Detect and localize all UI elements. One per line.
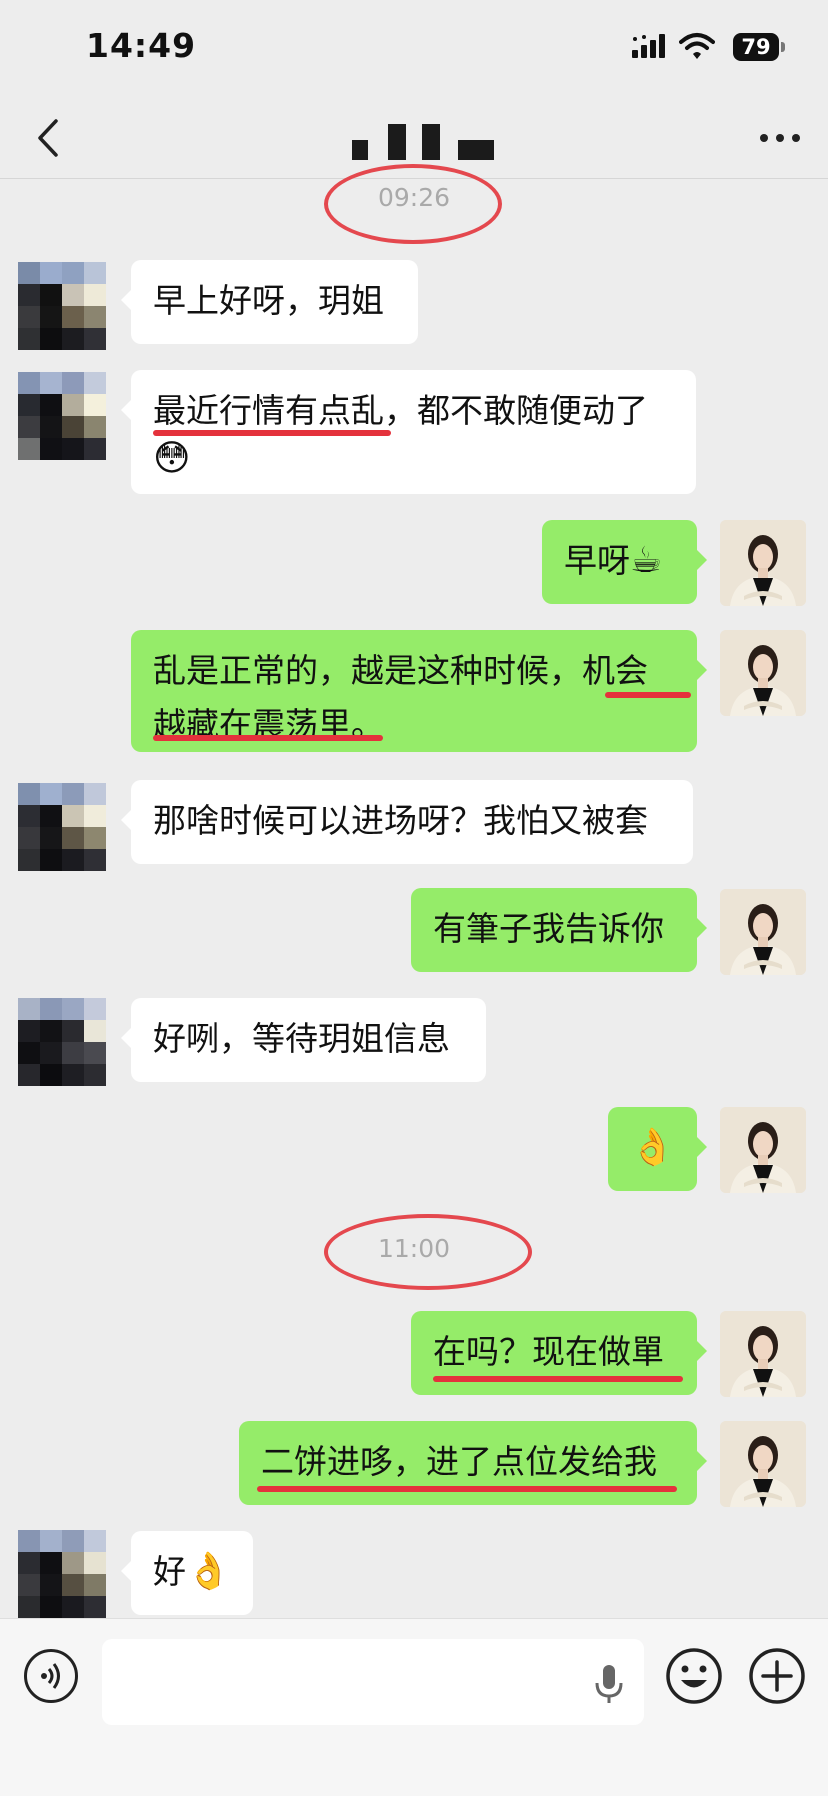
- avatar-self-portrait: [720, 1107, 806, 1193]
- message-bubble-incoming[interactable]: 早上好呀，玥姐: [121, 260, 418, 344]
- message-bubble-outgoing[interactable]: 在吗？现在做單: [411, 1311, 707, 1395]
- battery-indicator: 79: [733, 33, 779, 61]
- input-bar: [0, 1618, 828, 1796]
- avatar-self-portrait: [720, 889, 806, 975]
- avatar-contact[interactable]: [18, 783, 106, 871]
- avatar-self[interactable]: [720, 520, 806, 606]
- message-bubble-outgoing[interactable]: 有筆子我告诉你: [411, 888, 707, 972]
- annotation-underline: [433, 1376, 683, 1382]
- ellipsis-icon[interactable]: [758, 128, 802, 148]
- smiley-icon[interactable]: [665, 1647, 723, 1705]
- avatar-contact[interactable]: [18, 262, 106, 350]
- message-content: 早呀☕: [564, 534, 675, 588]
- avatar-self[interactable]: [720, 889, 806, 975]
- message-text: 有筆子我告诉你: [433, 909, 664, 948]
- message-bubble-incoming[interactable]: 最近行情有点乱，都不敢随便动了 😳: [121, 370, 696, 494]
- message-bubble-outgoing[interactable]: 二饼进哆，进了点位发给我: [239, 1421, 707, 1505]
- avatar-self-portrait: [720, 1311, 806, 1397]
- voice-icon[interactable]: [24, 1649, 78, 1703]
- avatar-contact[interactable]: [18, 1530, 106, 1618]
- chevron-left-icon[interactable]: [30, 115, 70, 161]
- clock: 14:49: [86, 26, 197, 65]
- message-text: 二饼进哆，进了点位发给我: [261, 1442, 657, 1481]
- coffee-emoji: ☕: [630, 540, 663, 581]
- avatar-contact[interactable]: [18, 998, 106, 1086]
- ok-hand-emoji: 👌: [186, 1551, 231, 1592]
- message-text: 早上好呀，玥姐: [153, 281, 384, 320]
- wifi-icon: [679, 33, 715, 59]
- avatar-self[interactable]: [720, 630, 806, 716]
- annotation-underline: [605, 692, 691, 698]
- status-bar: 14:49 79: [0, 0, 828, 100]
- avatar-self-portrait: [720, 1421, 806, 1507]
- message-bubble-outgoing[interactable]: 早呀☕: [542, 520, 707, 604]
- avatar-self[interactable]: [720, 1311, 806, 1397]
- message-content: 好👌: [153, 1545, 231, 1599]
- avatar-self-portrait: [720, 630, 806, 716]
- message-text: 那啥时候可以进场呀？我怕又被套: [153, 801, 648, 840]
- message-bubble-incoming[interactable]: 好咧，等待玥姐信息: [121, 998, 486, 1082]
- message-text: 好: [153, 1552, 186, 1591]
- flushed-emoji: 😳: [153, 438, 191, 479]
- message-text-line1: 乱是正常的，越是这种时候，机会: [153, 651, 648, 690]
- avatar-self[interactable]: [720, 1421, 806, 1507]
- annotation-underline: [153, 735, 383, 741]
- message-bubble-incoming[interactable]: 那啥时候可以进场呀？我怕又被套: [121, 780, 693, 864]
- chat-title-redacted: [352, 122, 498, 162]
- avatar-self[interactable]: [720, 1107, 806, 1193]
- message-text: 在吗？现在做單: [433, 1332, 664, 1371]
- message-text-line2: 越藏在震荡里。: [153, 705, 384, 744]
- avatar-contact[interactable]: [18, 372, 106, 460]
- message-text: 早呀: [564, 541, 630, 580]
- annotation-underline: [257, 1486, 677, 1492]
- annotation-circle: [324, 164, 502, 244]
- annotation-underline: [153, 430, 391, 436]
- message-bubble-outgoing[interactable]: 乱是正常的，越是这种时候，机会 越藏在震荡里。: [131, 630, 707, 752]
- cellular-signal-icon: [632, 34, 665, 58]
- message-input[interactable]: [102, 1639, 644, 1725]
- avatar-self-portrait: [720, 520, 806, 606]
- message-bubble-outgoing[interactable]: 👌: [608, 1107, 707, 1191]
- message-text: 好咧，等待玥姐信息: [153, 1019, 450, 1058]
- message-bubble-incoming[interactable]: 好👌: [121, 1531, 253, 1615]
- mic-icon[interactable]: [594, 1663, 624, 1705]
- battery-cap: [781, 42, 785, 52]
- ok-hand-emoji: 👌: [630, 1127, 675, 1168]
- plus-circle-icon[interactable]: [748, 1647, 806, 1705]
- annotation-circle: [324, 1214, 532, 1290]
